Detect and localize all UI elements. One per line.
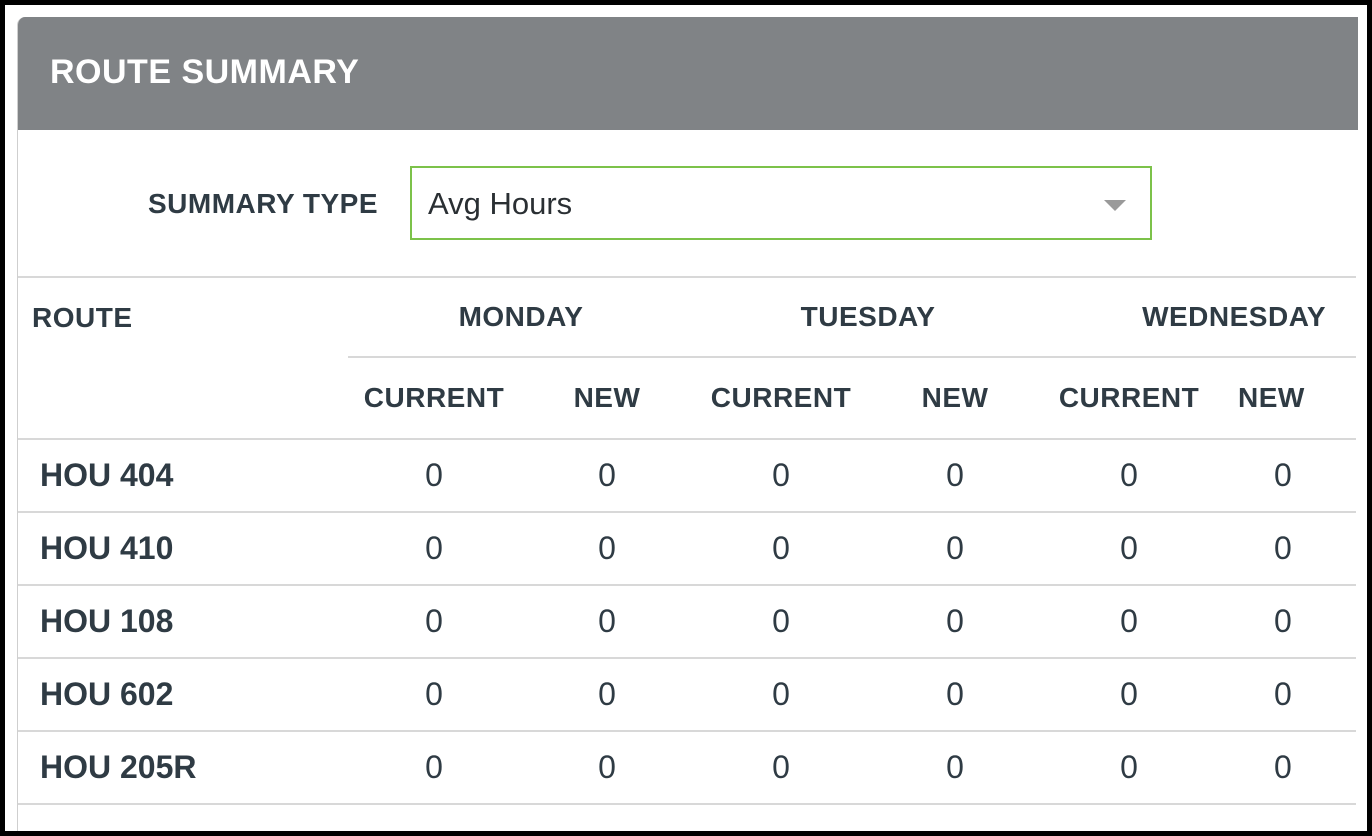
value-cell: 0 xyxy=(868,730,1043,804)
route-header-spacer xyxy=(18,357,348,439)
value-cell: 0 xyxy=(868,657,1043,731)
value-cell: 0 xyxy=(348,438,520,512)
route-summary-panel: ROUTE SUMMARY SUMMARY TYPE Avg Hours ROU… xyxy=(17,17,1358,831)
value-cell: 0 xyxy=(1216,657,1357,731)
sub-header-wednesday-current[interactable]: CURRENT xyxy=(1042,356,1217,439)
day-header-wednesday: WEDNESDAY xyxy=(1042,276,1357,357)
day-header-row: ROUTE MONDAY TUESDAY WEDNESDAY xyxy=(18,276,1357,357)
value-cell: 0 xyxy=(694,730,868,804)
value-cell: 0 xyxy=(520,730,694,804)
value-cell: 0 xyxy=(694,657,868,731)
panel-title: ROUTE SUMMARY xyxy=(50,53,360,91)
table-row[interactable]: HOU 410 0 0 0 0 0 0 xyxy=(18,511,1357,585)
summary-type-filter: SUMMARY TYPE Avg Hours xyxy=(18,130,1358,276)
window-frame: ROUTE SUMMARY SUMMARY TYPE Avg Hours ROU… xyxy=(0,0,1372,836)
value-cell: 0 xyxy=(1216,584,1357,658)
route-summary-table-wrap: ROUTE MONDAY TUESDAY WEDNESDAY CURRENT N… xyxy=(18,276,1358,825)
sub-header-tuesday-current[interactable]: CURRENT xyxy=(694,356,868,439)
value-cell: 0 xyxy=(348,657,520,731)
value-cell: 0 xyxy=(520,584,694,658)
summary-type-value: Avg Hours xyxy=(428,186,573,221)
sub-header-tuesday-new[interactable]: NEW xyxy=(868,356,1043,439)
value-cell: 0 xyxy=(1042,511,1217,585)
sub-header-row: CURRENT NEW CURRENT NEW CURRENT NEW xyxy=(18,356,1357,439)
value-cell: 0 xyxy=(1216,438,1357,512)
day-header-tuesday: TUESDAY xyxy=(694,276,1043,357)
day-header-monday: MONDAY xyxy=(348,276,694,357)
summary-type-label: SUMMARY TYPE xyxy=(148,188,379,219)
value-cell: 0 xyxy=(520,438,694,512)
route-cell: HOU 108 xyxy=(18,584,348,658)
sub-header-monday-new[interactable]: NEW xyxy=(520,356,694,439)
value-cell: 0 xyxy=(1216,511,1357,585)
value-cell: 0 xyxy=(694,438,868,512)
table-row[interactable]: HOU 108 0 0 0 0 0 0 xyxy=(18,584,1357,658)
table-row-partial xyxy=(18,803,1357,825)
chevron-down-icon[interactable] xyxy=(1104,200,1126,211)
table-row[interactable]: HOU 404 0 0 0 0 0 0 xyxy=(18,438,1357,512)
value-cell: 0 xyxy=(694,511,868,585)
value-cell: 0 xyxy=(868,511,1043,585)
route-summary-table: ROUTE MONDAY TUESDAY WEDNESDAY CURRENT N… xyxy=(18,276,1357,825)
table-row[interactable]: HOU 602 0 0 0 0 0 0 xyxy=(18,657,1357,731)
value-cell: 0 xyxy=(348,584,520,658)
route-cell: HOU 404 xyxy=(18,438,348,512)
value-cell: 0 xyxy=(1042,584,1217,658)
route-cell: HOU 410 xyxy=(18,511,348,585)
route-column-header[interactable]: ROUTE xyxy=(18,276,348,357)
value-cell: 0 xyxy=(520,511,694,585)
route-cell: HOU 602 xyxy=(18,657,348,731)
value-cell: 0 xyxy=(868,584,1043,658)
value-cell: 0 xyxy=(1042,730,1217,804)
route-cell: HOU 205R xyxy=(18,730,348,804)
panel-header: ROUTE SUMMARY xyxy=(18,17,1358,130)
value-cell: 0 xyxy=(520,657,694,731)
value-cell: 0 xyxy=(1042,438,1217,512)
table-row[interactable]: HOU 205R 0 0 0 0 0 0 xyxy=(18,730,1357,804)
value-cell: 0 xyxy=(868,438,1043,512)
value-cell: 0 xyxy=(1216,730,1357,804)
value-cell: 0 xyxy=(348,511,520,585)
sub-header-monday-current[interactable]: CURRENT xyxy=(348,356,520,439)
value-cell: 0 xyxy=(348,730,520,804)
sub-header-wednesday-new[interactable]: NEW xyxy=(1216,356,1357,439)
value-cell: 0 xyxy=(694,584,868,658)
value-cell: 0 xyxy=(1042,657,1217,731)
summary-type-select[interactable]: Avg Hours xyxy=(410,166,1152,240)
